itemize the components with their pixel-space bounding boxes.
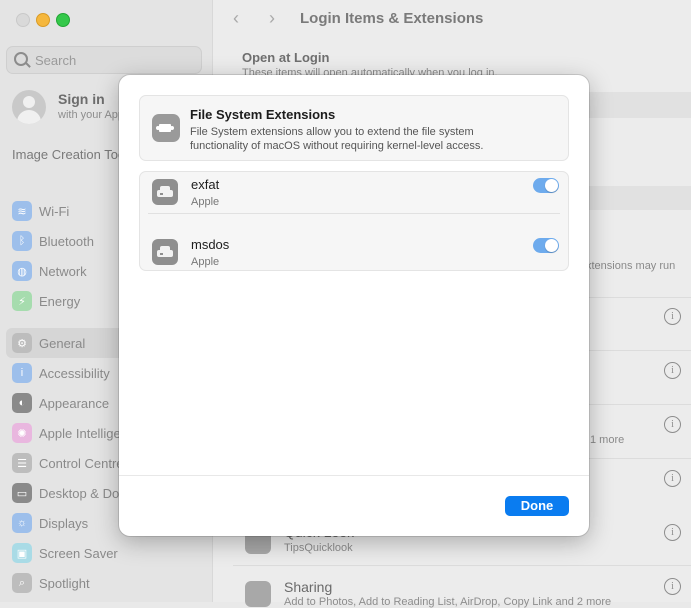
extension-developer: Apple <box>191 196 220 208</box>
sheet-description: File System extensions allow you to exte… <box>190 126 484 152</box>
system-settings-window: Sign in with your Apple Account Image Cr… <box>0 0 691 608</box>
row-divider <box>148 213 560 214</box>
msdos-toggle[interactable] <box>533 238 559 253</box>
extension-name: msdos <box>191 237 230 252</box>
sheet-header-card: File System Extensions File System exten… <box>139 95 569 161</box>
drive-icon <box>152 239 178 265</box>
sheet-title: File System Extensions <box>190 107 336 122</box>
done-button[interactable]: Done <box>505 496 569 516</box>
footer-divider <box>119 475 589 476</box>
list-item: exfat Apple <box>140 175 568 215</box>
extension-name: exfat <box>191 177 220 192</box>
puzzle-extension-icon <box>152 114 180 142</box>
extension-developer: Apple <box>191 256 220 268</box>
drive-icon <box>152 179 178 205</box>
exfat-toggle[interactable] <box>533 178 559 193</box>
extensions-list: exfat Apple msdos Apple <box>139 171 569 271</box>
list-item: msdos Apple <box>140 235 568 275</box>
file-system-extensions-sheet: File System Extensions File System exten… <box>119 75 589 536</box>
